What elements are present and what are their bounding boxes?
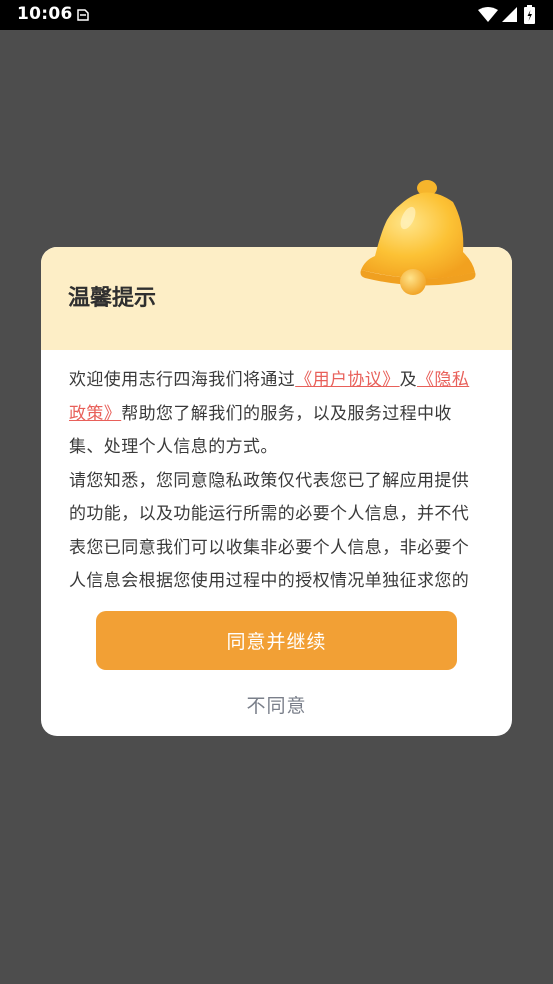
privacy-dialog: 温馨提示 欢迎使用志行四海我们将通过《用户协议》及《隐私政策》帮助您了解我们的服… bbox=[41, 247, 512, 736]
disagree-button[interactable]: 不同意 bbox=[196, 687, 357, 721]
dialog-body[interactable]: 欢迎使用志行四海我们将通过《用户协议》及《隐私政策》帮助您了解我们的服务，以及服… bbox=[69, 364, 485, 592]
signal-icon bbox=[502, 7, 517, 22]
intro-text-after: 帮助您了解我们的服务，以及服务过程中收集、处理个人信息的方式。 bbox=[69, 403, 452, 458]
battery-icon bbox=[524, 5, 535, 24]
intro-paragraph: 欢迎使用志行四海我们将通过《用户协议》及《隐私政策》帮助您了解我们的服务，以及服… bbox=[69, 364, 485, 465]
dialog-title: 温馨提示 bbox=[68, 286, 157, 311]
conjunction-text: 及 bbox=[399, 370, 418, 390]
notice-paragraph: 请您知悉，您同意隐私政策仅代表您已了解应用提供的功能，以及功能运行所需的必要个人… bbox=[69, 470, 470, 592]
status-bar: 10:06 bbox=[0, 0, 553, 30]
status-time: 10:06 bbox=[17, 4, 73, 24]
intro-text-before: 欢迎使用志行四海我们将通过 bbox=[69, 370, 296, 390]
wifi-icon bbox=[478, 7, 498, 22]
user-agreement-link[interactable]: 《用户协议》 bbox=[295, 370, 399, 390]
bell-icon bbox=[360, 180, 476, 295]
notification-icon bbox=[77, 9, 89, 21]
agree-continue-button[interactable]: 同意并继续 bbox=[96, 611, 457, 670]
